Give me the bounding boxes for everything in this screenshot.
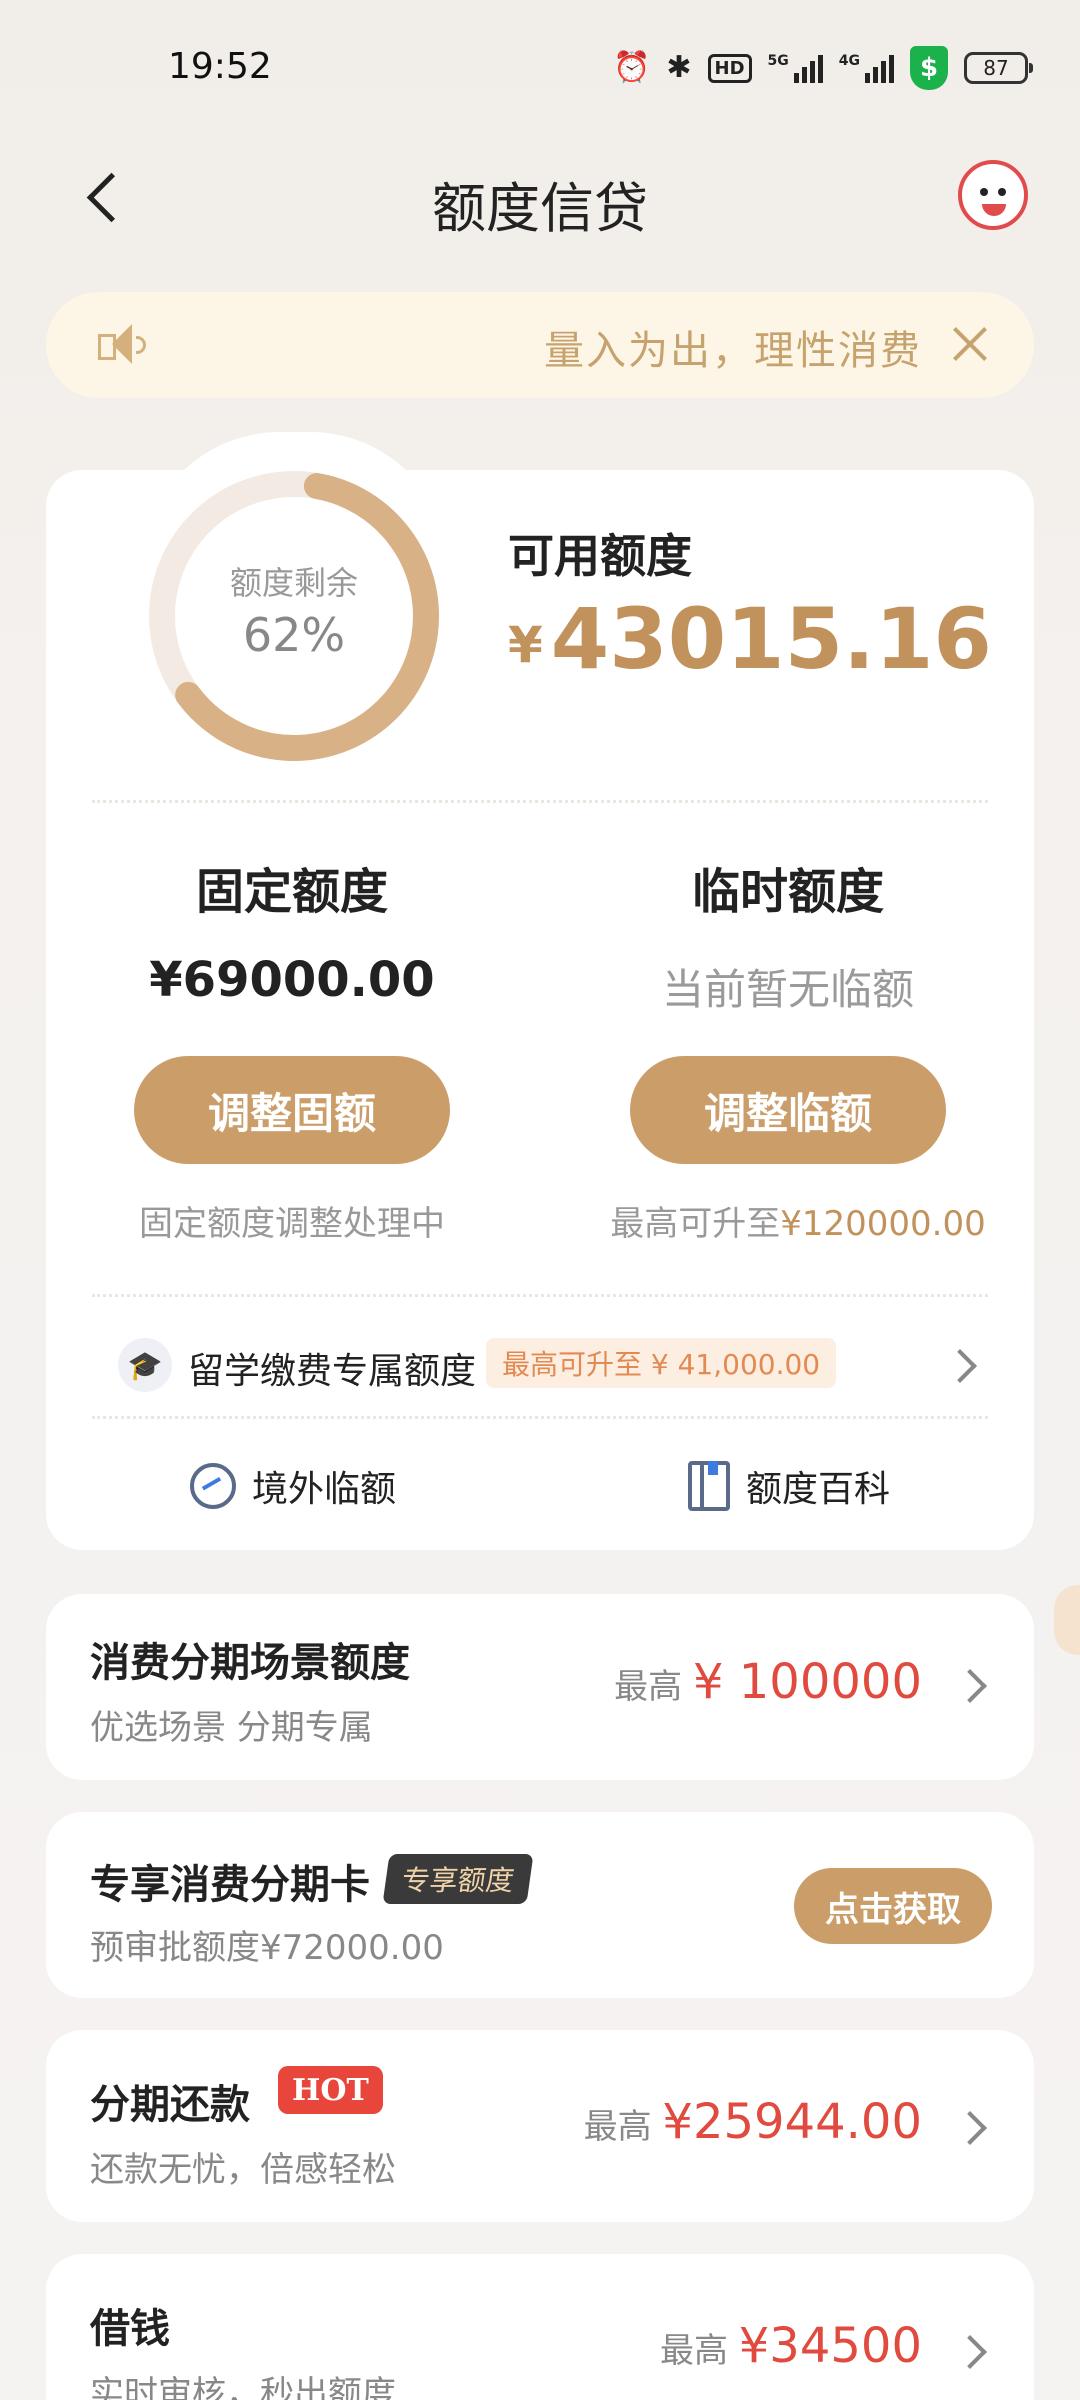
customer-service-mascot-icon[interactable] bbox=[958, 160, 1028, 230]
installment-scene-title: 消费分期场景额度 bbox=[90, 1640, 410, 1686]
available-credit-amount: 43015.16 bbox=[550, 590, 992, 688]
speaker-icon bbox=[96, 322, 146, 368]
max-prefix: 最高 bbox=[614, 1667, 683, 1707]
overseas-temp-credit-label: 境外临额 bbox=[252, 1469, 397, 1510]
floating-gift-icon[interactable] bbox=[1054, 1585, 1080, 1655]
installment-repay-sub: 还款无忧，倍感轻松 bbox=[90, 2150, 396, 2190]
battery-level: 87 bbox=[983, 56, 1009, 80]
temp-credit-empty: 当前暂无临额 bbox=[661, 965, 914, 1014]
signal-4g-label: 4G bbox=[838, 53, 860, 69]
chevron-right-icon bbox=[943, 1349, 977, 1383]
adjust-fixed-button[interactable]: 调整固额 bbox=[134, 1056, 450, 1164]
available-credit-label: 可用额度 bbox=[508, 529, 692, 583]
book-icon bbox=[688, 1461, 730, 1511]
signal-4g-icon: 4G bbox=[839, 53, 894, 83]
installment-scene-value: ¥ 100000 bbox=[692, 1654, 922, 1710]
remaining-percent: 62% bbox=[242, 608, 346, 662]
chevron-right-icon bbox=[953, 1669, 987, 1703]
chevron-right-icon bbox=[953, 2335, 987, 2369]
chevron-right-icon bbox=[953, 2111, 987, 2145]
adjust-temp-button[interactable]: 调整临额 bbox=[630, 1056, 946, 1164]
exclusive-quota-badge: 专享额度 bbox=[382, 1854, 534, 1904]
fixed-credit-note: 固定额度调整处理中 bbox=[139, 1204, 445, 1244]
close-icon[interactable] bbox=[944, 318, 996, 370]
hd-voice-icon: HD bbox=[707, 53, 752, 83]
currency-symbol: ¥ bbox=[508, 616, 543, 675]
installment-repay-title: 分期还款 bbox=[90, 2082, 250, 2128]
borrow-sub: 实时审核，秒出额度 bbox=[90, 2374, 396, 2400]
alarm-icon: ⏰ bbox=[613, 50, 651, 85]
exclusive-installment-card[interactable]: 专享消费分期卡 专享额度 预审批额度¥72000.00 点击获取 bbox=[46, 1812, 1034, 1998]
credit-wiki-label: 额度百科 bbox=[746, 1469, 891, 1510]
notice-banner: 量入为出，理性消费 bbox=[46, 292, 1034, 398]
fixed-credit-amount: ¥69000.00 bbox=[149, 952, 435, 1008]
bluetooth-icon: ✱ bbox=[666, 50, 692, 85]
borrow-value: ¥34500 bbox=[738, 2318, 922, 2374]
installment-repay-card[interactable]: 分期还款 HOT 还款无忧，倍感轻松 最高 ¥25944.00 bbox=[46, 2030, 1034, 2222]
study-abroad-credit-row[interactable]: 🎓 留学缴费专属额度 最高可升至 ¥ 41,000.00 bbox=[118, 1334, 980, 1396]
temp-credit-title: 临时额度 bbox=[691, 864, 884, 920]
fixed-credit-title: 固定额度 bbox=[195, 864, 388, 920]
divider bbox=[92, 1416, 988, 1419]
exclusive-card-sub: 预审批额度¥72000.00 bbox=[90, 1928, 444, 1968]
divider bbox=[92, 800, 988, 803]
temp-note-prefix: 最高可升至 bbox=[610, 1204, 781, 1244]
get-now-button[interactable]: 点击获取 bbox=[794, 1868, 992, 1944]
exclusive-card-title: 专享消费分期卡 bbox=[90, 1862, 370, 1908]
graduation-cap-icon: 🎓 bbox=[118, 1338, 172, 1392]
borrow-title: 借钱 bbox=[90, 2306, 170, 2352]
battery-icon: 87 bbox=[964, 52, 1033, 84]
temp-note-value: ¥120000.00 bbox=[780, 1204, 986, 1244]
status-bar: 19:52 ⏰ ✱ HD 5G 4G $ 87 bbox=[0, 0, 1080, 140]
status-time: 19:52 bbox=[168, 46, 272, 87]
installment-repay-max: 最高 ¥25944.00 bbox=[584, 2094, 922, 2150]
study-abroad-label: 留学缴费专属额度 bbox=[188, 1351, 477, 1392]
installment-scene-card[interactable]: 消费分期场景额度 优选场景 分期专属 最高 ¥ 100000 bbox=[46, 1594, 1034, 1780]
signal-5g-icon: 5G bbox=[768, 53, 823, 83]
status-icons: ⏰ ✱ HD 5G 4G $ 87 bbox=[613, 46, 1033, 90]
globe-plane-icon bbox=[190, 1463, 236, 1509]
nav-bar: 额度信贷 bbox=[0, 140, 1080, 250]
signal-5g-label: 5G bbox=[767, 53, 789, 69]
borrow-max: 最高 ¥34500 bbox=[660, 2318, 922, 2374]
credit-wiki-link[interactable]: 额度百科 bbox=[688, 1456, 890, 1516]
installment-repay-value: ¥25944.00 bbox=[662, 2094, 922, 2150]
remaining-label: 额度剩余 bbox=[229, 564, 358, 602]
notice-text: 量入为出，理性消费 bbox=[544, 328, 922, 374]
available-credit-value: ¥43015.16 bbox=[508, 590, 992, 688]
divider bbox=[92, 1294, 988, 1297]
temp-credit-note: 最高可升至¥120000.00 bbox=[578, 1196, 1018, 1245]
installment-scene-sub: 优选场景 分期专属 bbox=[90, 1708, 373, 1748]
max-prefix: 最高 bbox=[659, 2331, 728, 2371]
borrow-card[interactable]: 借钱 实时审核，秒出额度 最高 ¥34500 bbox=[46, 2254, 1034, 2400]
installment-scene-max: 最高 ¥ 100000 bbox=[614, 1654, 922, 1710]
hot-badge: HOT bbox=[278, 2066, 383, 2114]
security-shield-icon: $ bbox=[910, 46, 948, 90]
page-title: 额度信贷 bbox=[432, 177, 648, 240]
study-abroad-tag: 最高可升至 ¥ 41,000.00 bbox=[486, 1338, 837, 1388]
credit-page: 19:52 ⏰ ✱ HD 5G 4G $ 87 额度信贷 量入为出，理性消费 额… bbox=[0, 0, 1080, 2400]
max-prefix: 最高 bbox=[583, 2107, 652, 2147]
overseas-temp-credit-link[interactable]: 境外临额 bbox=[190, 1456, 396, 1516]
